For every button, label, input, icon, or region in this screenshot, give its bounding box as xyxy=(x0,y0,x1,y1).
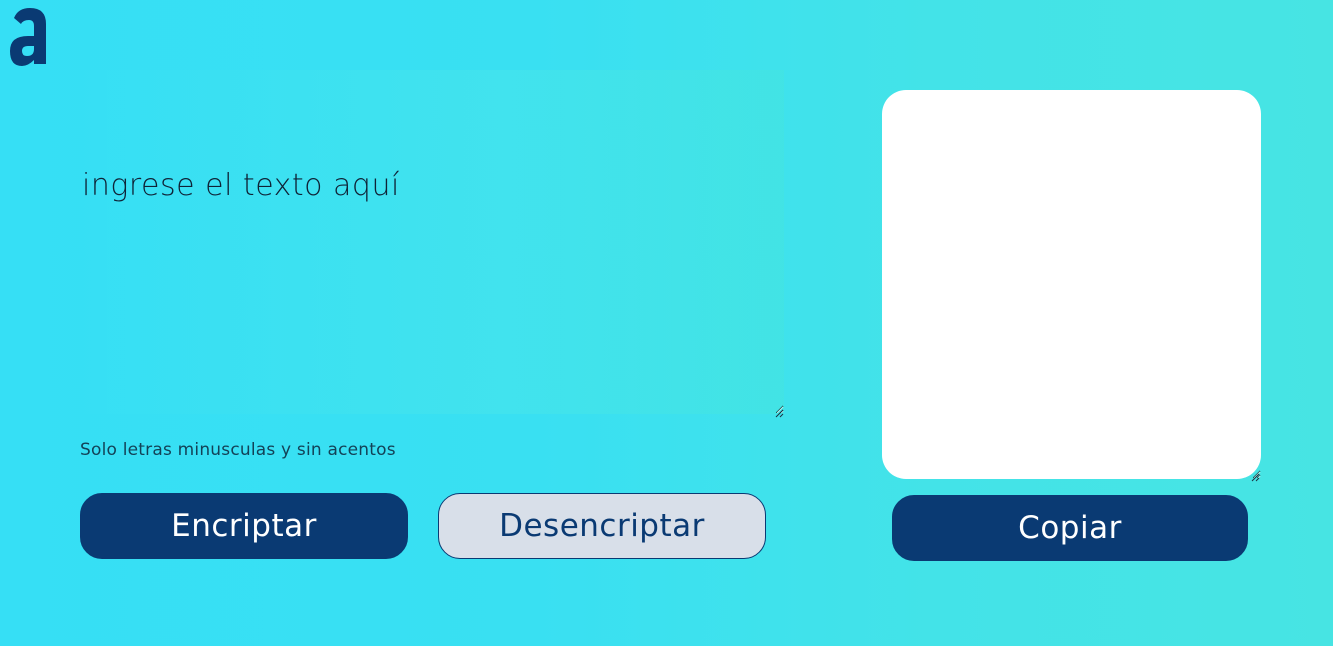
alura-logo-icon xyxy=(10,8,46,66)
text-input[interactable] xyxy=(80,70,784,414)
output-resize-grip-icon[interactable] xyxy=(1250,467,1260,482)
copy-button[interactable]: Copiar xyxy=(892,495,1248,561)
encrypt-button[interactable]: Encriptar xyxy=(80,493,408,559)
output-textarea[interactable] xyxy=(882,90,1261,479)
input-hint: Solo letras minusculas y sin acentos xyxy=(80,440,396,460)
resize-grip-icon[interactable] xyxy=(774,403,784,418)
decrypt-button[interactable]: Desencriptar xyxy=(438,493,766,559)
logo-icon xyxy=(8,4,54,70)
